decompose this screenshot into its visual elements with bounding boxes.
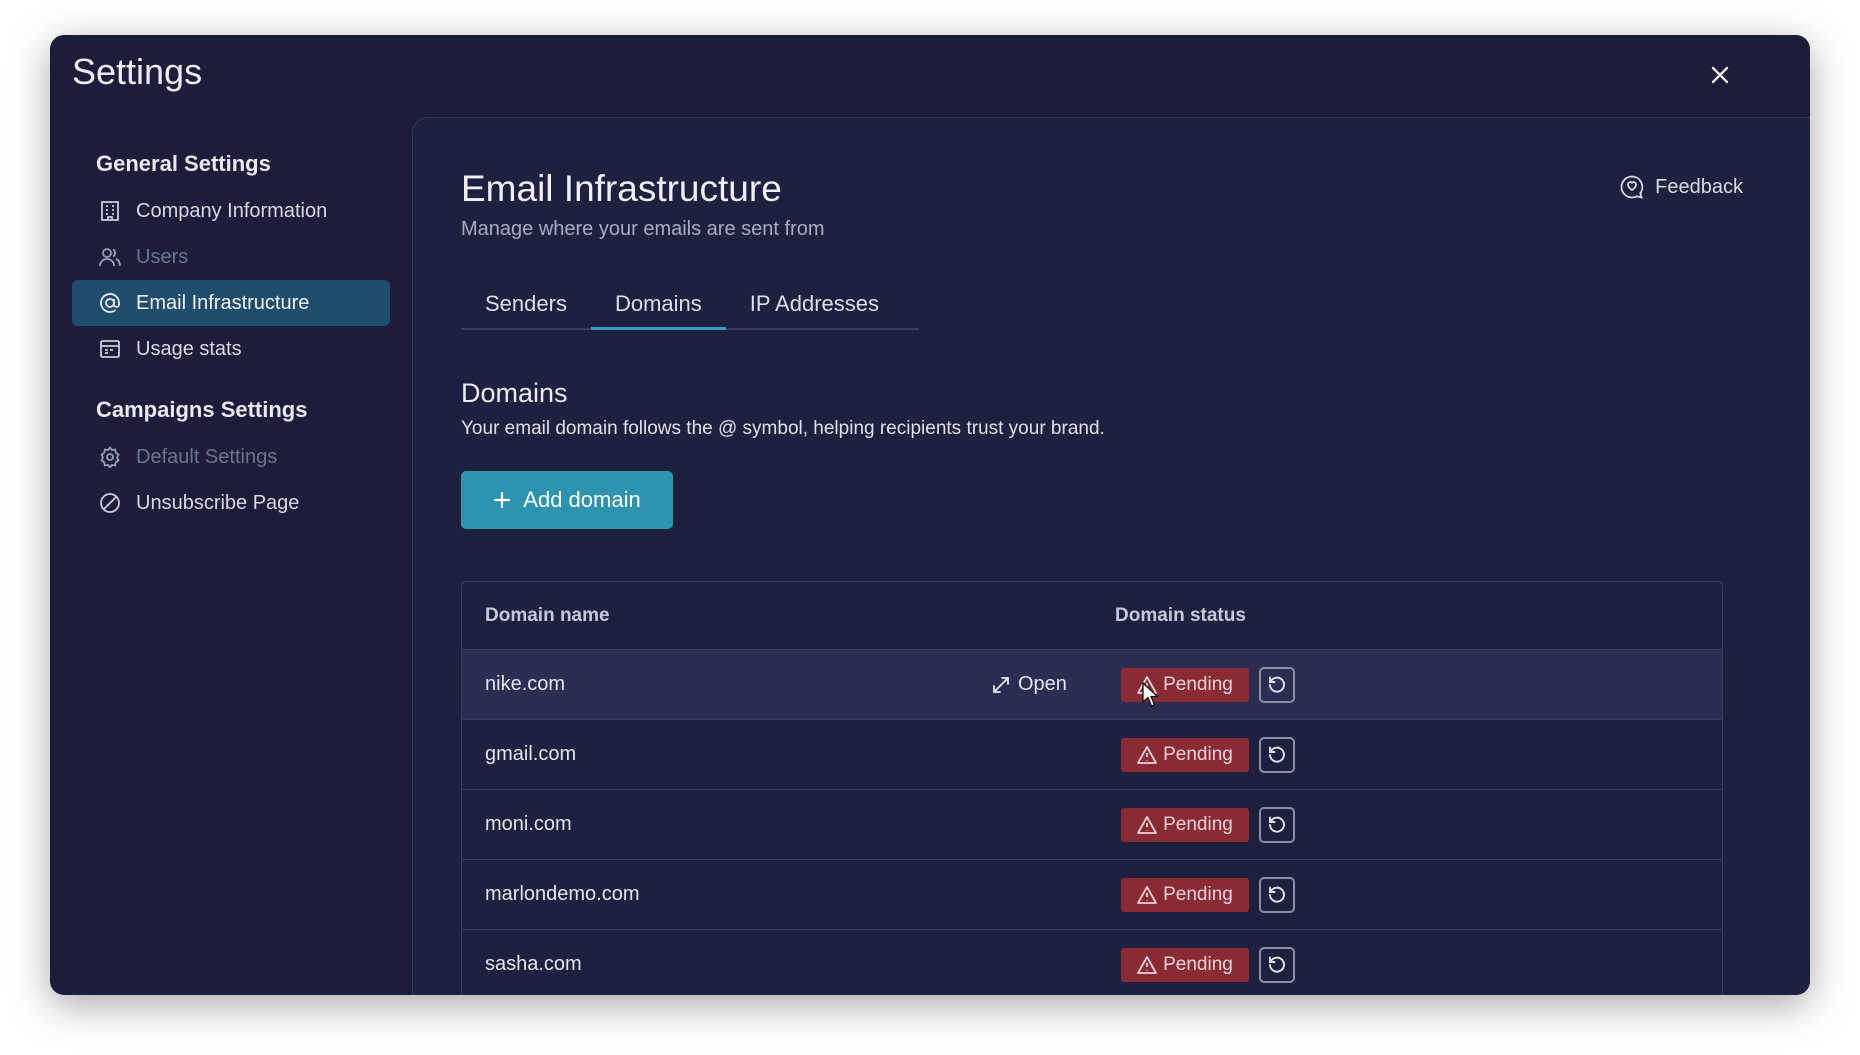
add-domain-label: Add domain <box>523 487 641 512</box>
status-badge: Pending <box>1121 807 1249 842</box>
status-badge: Pending <box>1121 667 1249 702</box>
close-button[interactable] <box>1702 57 1738 93</box>
sidebar-item-unsubscribe-page[interactable]: Unsubscribe Page <box>72 480 390 526</box>
status-badge: Pending <box>1121 737 1249 772</box>
settings-sidebar: General Settings Company Information Use… <box>72 140 390 526</box>
feedback-label: Feedback <box>1655 175 1743 198</box>
settings-window: Settings General Settings Company Inform… <box>50 35 1810 995</box>
warning-icon <box>1137 885 1158 904</box>
status-label: Pending <box>1163 673 1233 695</box>
table-row[interactable]: gmail.com Pending <box>462 720 1722 790</box>
sidebar-item-usage-stats[interactable]: Usage stats <box>72 326 390 372</box>
sidebar-item-email-infrastructure[interactable]: Email Infrastructure <box>72 280 390 326</box>
tab-domains[interactable]: Domains <box>590 280 726 330</box>
section-description: Your email domain follows the @ symbol, … <box>461 418 1105 439</box>
retry-verification-button[interactable] <box>1259 806 1295 843</box>
main-panel: Email Infrastructure Manage where your e… <box>412 117 1810 995</box>
retry-verification-button[interactable] <box>1259 946 1295 983</box>
open-domain-link[interactable]: Open <box>992 673 1067 696</box>
domain-name: moni.com <box>485 813 572 835</box>
domain-name: sasha.com <box>485 953 582 975</box>
status-label: Pending <box>1163 743 1233 765</box>
users-icon <box>96 243 124 271</box>
add-domain-button[interactable]: Add domain <box>461 471 673 529</box>
retry-verification-button[interactable] <box>1259 666 1295 703</box>
retry-verification-button[interactable] <box>1259 736 1295 773</box>
sidebar-item-default-settings[interactable]: Default Settings <box>72 434 390 480</box>
sidebar-item-label: Users <box>136 245 189 268</box>
column-header-domain-status: Domain status <box>1115 604 1246 626</box>
warning-icon <box>1137 745 1158 764</box>
refresh-icon <box>1269 816 1285 833</box>
warning-icon <box>1137 815 1158 834</box>
sidebar-item-label: Unsubscribe Page <box>136 491 300 514</box>
plus-icon <box>494 491 511 509</box>
section-title: Domains <box>461 378 568 408</box>
mouse-cursor-icon <box>1142 682 1159 707</box>
table-row[interactable]: sasha.com Pending <box>462 930 1722 995</box>
table-header: Domain name Domain status <box>462 582 1722 650</box>
status-label: Pending <box>1163 883 1233 905</box>
sidebar-item-label: Company Information <box>136 199 328 222</box>
table-row[interactable]: marlondemo.com Pending <box>462 860 1722 930</box>
refresh-icon <box>1269 956 1285 973</box>
refresh-icon <box>1269 746 1285 763</box>
refresh-icon <box>1269 886 1285 903</box>
status-badge: Pending <box>1121 947 1249 982</box>
domains-table: Domain name Domain status nike.com Open … <box>461 581 1723 995</box>
general-settings-heading: General Settings <box>96 151 271 176</box>
tab-senders[interactable]: Senders <box>461 280 591 328</box>
page-subtitle: Manage where your emails are sent from <box>461 218 825 240</box>
refresh-icon <box>1269 676 1285 693</box>
at-sign-icon <box>96 289 124 317</box>
feedback-icon <box>1620 175 1644 199</box>
table-row[interactable]: moni.com Pending <box>462 790 1722 860</box>
tab-ip-addresses[interactable]: IP Addresses <box>726 280 903 328</box>
calendar-icon <box>96 335 124 363</box>
sidebar-item-label: Default Settings <box>136 445 278 468</box>
feedback-button[interactable]: Feedback <box>1619 174 1743 200</box>
expand-icon <box>993 676 1009 693</box>
domain-name: marlondemo.com <box>485 883 640 905</box>
column-header-domain-name: Domain name <box>485 604 610 626</box>
gear-icon <box>96 443 124 471</box>
tab-bar: Senders Domains IP Addresses <box>461 280 919 330</box>
status-label: Pending <box>1163 953 1233 975</box>
page-title: Email Infrastructure <box>461 168 782 209</box>
table-row[interactable]: nike.com Open Pending <box>462 650 1722 720</box>
building-icon <box>96 197 124 225</box>
domain-name: nike.com <box>485 673 566 695</box>
sidebar-item-company-information[interactable]: Company Information <box>72 188 390 234</box>
warning-icon <box>1137 955 1158 974</box>
campaigns-settings-heading: Campaigns Settings <box>96 397 308 422</box>
open-label: Open <box>1018 673 1067 695</box>
domain-name: gmail.com <box>485 743 577 765</box>
close-icon <box>1711 66 1729 84</box>
sidebar-item-label: Email Infrastructure <box>136 291 310 314</box>
status-label: Pending <box>1163 813 1233 835</box>
status-badge: Pending <box>1121 877 1249 912</box>
retry-verification-button[interactable] <box>1259 876 1295 913</box>
window-title: Settings <box>72 51 203 92</box>
ban-icon <box>96 489 124 517</box>
sidebar-item-label: Usage stats <box>136 337 242 360</box>
sidebar-item-users[interactable]: Users <box>72 234 390 280</box>
